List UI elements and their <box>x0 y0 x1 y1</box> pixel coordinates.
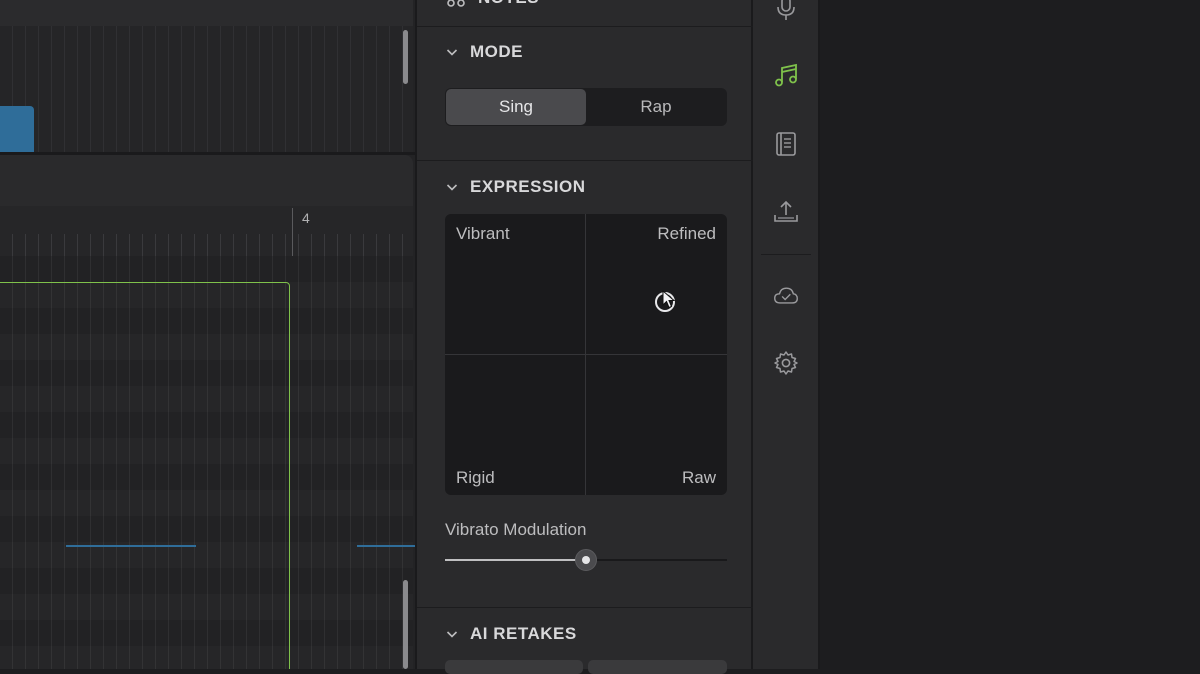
mode-section-title: MODE <box>470 42 523 61</box>
chevron-down-icon <box>446 184 458 191</box>
expression-xy-pad[interactable]: Vibrant Refined Rigid Raw <box>445 214 727 495</box>
mouse-pointer-icon <box>662 290 676 309</box>
note[interactable] <box>357 545 415 547</box>
bar-number-label: 4 <box>302 210 310 226</box>
mode-option-sing[interactable]: Sing <box>446 89 586 125</box>
side-icon-rail <box>753 0 820 669</box>
note[interactable] <box>66 545 196 547</box>
xy-pad-horizontal-axis <box>445 354 727 355</box>
book-icon[interactable] <box>773 131 799 157</box>
inspector-panel: NOTES MODE Sing Rap EXPRESSION Vibrant R… <box>415 0 753 674</box>
ai-retakes-button[interactable] <box>588 660 727 674</box>
ai-retakes-section-title: AI RETAKES <box>470 624 577 643</box>
expression-section-title: EXPRESSION <box>470 177 586 196</box>
ai-retakes-section-header[interactable]: AI RETAKES <box>446 624 577 644</box>
vertical-scrollbar[interactable] <box>403 30 408 84</box>
bar-marker-line <box>292 208 293 256</box>
music-notes-icon[interactable] <box>773 63 799 89</box>
section-divider <box>417 160 753 161</box>
xy-label-raw: Raw <box>681 468 716 487</box>
gear-icon[interactable] <box>773 350 799 376</box>
track-header-area <box>0 155 413 206</box>
notes-section-title: NOTES <box>478 0 539 8</box>
cloud-check-icon[interactable] <box>773 283 799 309</box>
vibrato-modulation-slider[interactable] <box>445 548 727 572</box>
notes-section-header[interactable]: NOTES <box>446 0 539 8</box>
expression-section-header[interactable]: EXPRESSION <box>446 177 586 197</box>
rail-divider <box>761 254 811 255</box>
mode-section-header[interactable]: MODE <box>446 42 523 62</box>
xy-label-vibrant: Vibrant <box>456 224 510 243</box>
section-divider <box>417 607 753 608</box>
ai-retakes-button[interactable] <box>445 660 583 674</box>
piano-roll-editor[interactable]: 4 <box>0 0 415 669</box>
vertical-scrollbar[interactable] <box>403 580 408 669</box>
slider-fill <box>445 559 586 561</box>
chevron-down-icon <box>446 49 458 56</box>
mode-option-rap[interactable]: Rap <box>586 89 726 125</box>
xy-label-rigid: Rigid <box>456 468 495 487</box>
mode-segmented-control[interactable]: Sing Rap <box>445 88 727 126</box>
notes-icon <box>447 0 465 7</box>
audio-clip[interactable] <box>0 106 34 152</box>
track-lane-top[interactable] <box>0 0 413 152</box>
empty-workspace <box>820 0 1200 669</box>
xy-label-refined: Refined <box>657 224 716 243</box>
export-icon[interactable] <box>773 199 799 225</box>
selected-region[interactable] <box>0 282 290 669</box>
vibrato-modulation-label: Vibrato Modulation <box>445 520 587 539</box>
microphone-icon[interactable] <box>773 0 799 22</box>
slider-thumb[interactable] <box>575 549 597 571</box>
section-divider <box>417 26 753 27</box>
chevron-down-icon <box>446 631 458 638</box>
timeline-ruler[interactable] <box>0 206 413 256</box>
